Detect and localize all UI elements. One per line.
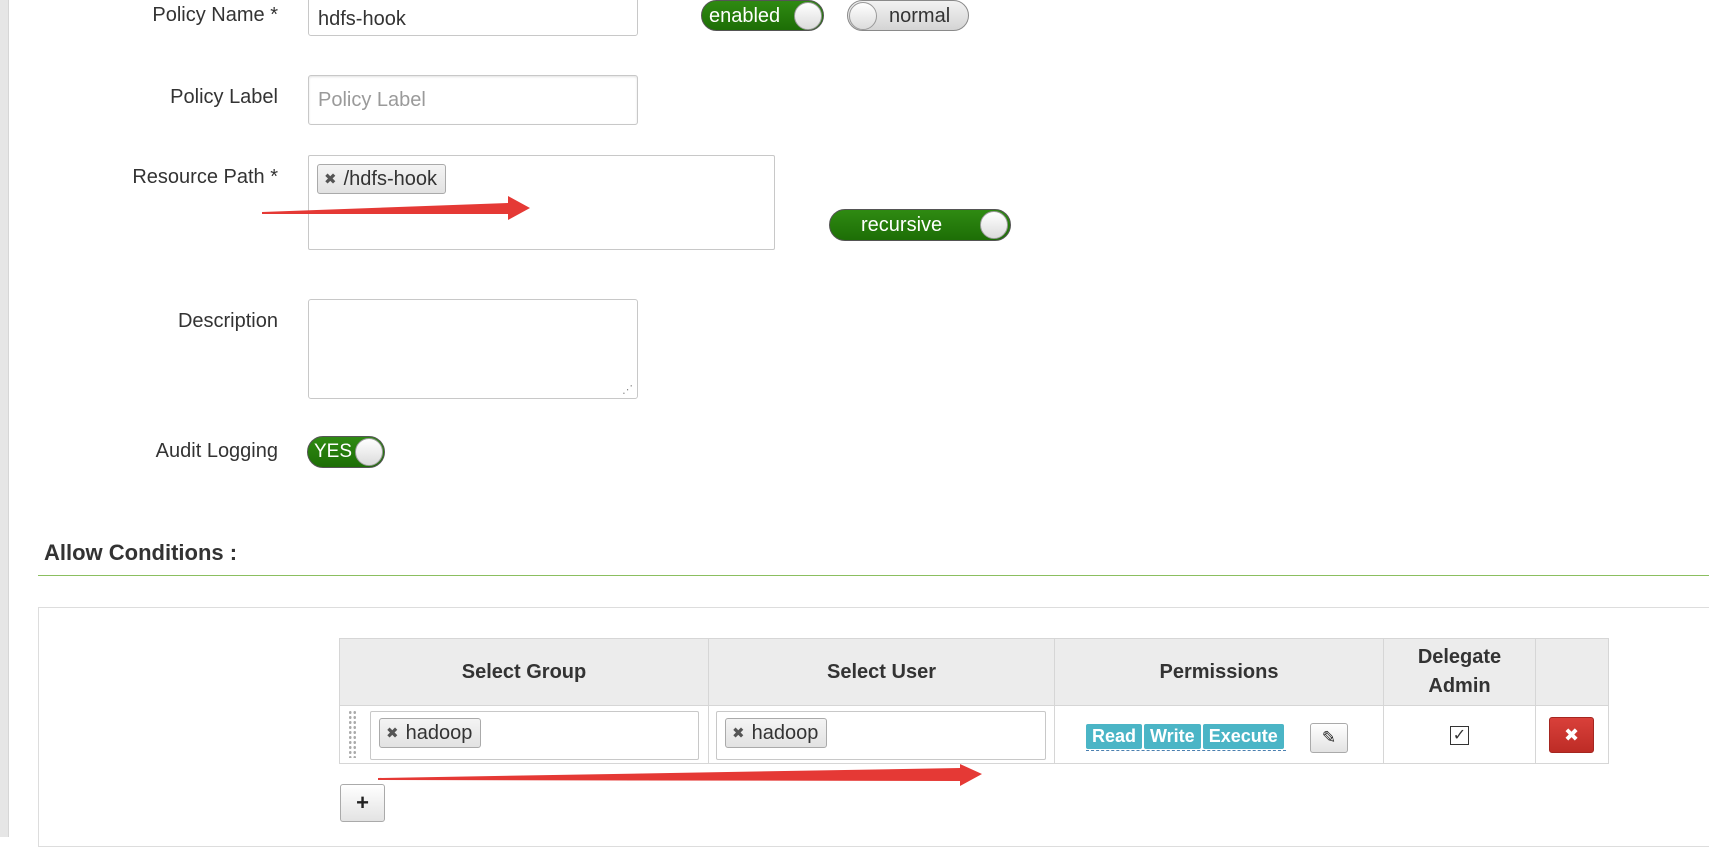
permission-badge: Read bbox=[1086, 724, 1143, 749]
actions-cell: ✖ bbox=[1535, 705, 1609, 764]
resource-path-tag-label: /hdfs-hook bbox=[343, 167, 437, 190]
recursive-toggle[interactable]: recursive bbox=[829, 209, 1011, 241]
edit-permissions-button[interactable]: ✎ bbox=[1310, 723, 1348, 753]
user-tag: ✖ hadoop bbox=[725, 718, 828, 748]
column-header-permissions: Permissions bbox=[1054, 638, 1384, 706]
select-group-input[interactable]: ✖ hadoop bbox=[370, 711, 699, 760]
recursive-toggle-label: recursive bbox=[861, 214, 943, 236]
description-label: Description bbox=[177, 310, 278, 332]
toggle-knob bbox=[980, 211, 1008, 239]
delete-row-button[interactable]: ✖ bbox=[1549, 717, 1594, 753]
column-header-actions bbox=[1535, 638, 1609, 706]
select-user-cell: ✖ hadoop bbox=[708, 705, 1055, 764]
table-header-row: Select Group Select User Permissions Del… bbox=[339, 638, 1609, 706]
section-divider bbox=[38, 575, 1709, 576]
audit-logging-label: Audit Logging bbox=[155, 440, 278, 462]
close-icon[interactable]: ✖ bbox=[732, 724, 745, 742]
policy-status-toggle[interactable]: enabled bbox=[701, 0, 824, 31]
permission-badge: Write bbox=[1144, 724, 1201, 749]
permissions-list[interactable]: Read Write Execute bbox=[1086, 724, 1286, 751]
select-group-cell: ✖ hadoop bbox=[339, 705, 709, 764]
permissions-cell: Read Write Execute ✎ bbox=[1054, 705, 1384, 764]
add-row-button[interactable]: + bbox=[340, 784, 385, 822]
column-header-select-user: Select User bbox=[708, 638, 1055, 706]
policy-type-toggle[interactable]: normal bbox=[847, 0, 969, 31]
description-textarea[interactable] bbox=[308, 299, 638, 399]
policy-name-label: Policy Name * bbox=[152, 4, 278, 26]
table-row: ✖ hadoop ✖ hadoop Read Write Execute ✎ ✓… bbox=[339, 705, 1609, 764]
resource-path-label: Resource Path * bbox=[132, 166, 278, 188]
close-icon: ✖ bbox=[1563, 724, 1580, 745]
delegate-admin-cell: ✓ bbox=[1383, 705, 1536, 764]
resize-grip-icon[interactable]: ⋰ bbox=[622, 383, 633, 396]
toggle-knob bbox=[849, 2, 877, 30]
select-user-input[interactable]: ✖ hadoop bbox=[716, 711, 1046, 760]
policy-name-input[interactable] bbox=[308, 0, 638, 36]
drag-handle-icon[interactable] bbox=[348, 710, 357, 758]
policy-status-toggle-label: enabled bbox=[709, 5, 781, 27]
toggle-knob bbox=[794, 2, 822, 30]
column-header-select-group: Select Group bbox=[339, 638, 709, 706]
resource-path-input[interactable]: ✖ /hdfs-hook bbox=[308, 155, 775, 250]
plus-icon: + bbox=[356, 790, 369, 815]
policy-label-label: Policy Label bbox=[170, 86, 278, 108]
user-tag-label: hadoop bbox=[751, 721, 819, 744]
group-tag-label: hadoop bbox=[405, 721, 473, 744]
group-tag: ✖ hadoop bbox=[379, 718, 482, 748]
checkmark-icon: ✓ bbox=[1452, 726, 1467, 744]
policy-label-input[interactable] bbox=[308, 75, 638, 125]
permission-badge: Execute bbox=[1202, 724, 1284, 749]
audit-logging-toggle[interactable]: YES bbox=[307, 436, 385, 468]
allow-conditions-table: Select Group Select User Permissions Del… bbox=[339, 638, 1609, 764]
close-icon[interactable]: ✖ bbox=[386, 724, 399, 742]
audit-logging-toggle-label: YES bbox=[314, 441, 353, 462]
policy-type-toggle-label: normal bbox=[889, 5, 951, 27]
close-icon[interactable]: ✖ bbox=[324, 170, 337, 188]
left-rail bbox=[0, 0, 9, 837]
toggle-knob bbox=[355, 438, 383, 466]
allow-conditions-title: Allow Conditions : bbox=[44, 540, 238, 565]
resource-path-tag: ✖ /hdfs-hook bbox=[317, 164, 446, 194]
column-header-delegate-admin: Delegate Admin bbox=[1383, 638, 1536, 706]
pencil-icon: ✎ bbox=[1321, 728, 1337, 747]
delegate-admin-checkbox[interactable]: ✓ bbox=[1450, 726, 1469, 745]
